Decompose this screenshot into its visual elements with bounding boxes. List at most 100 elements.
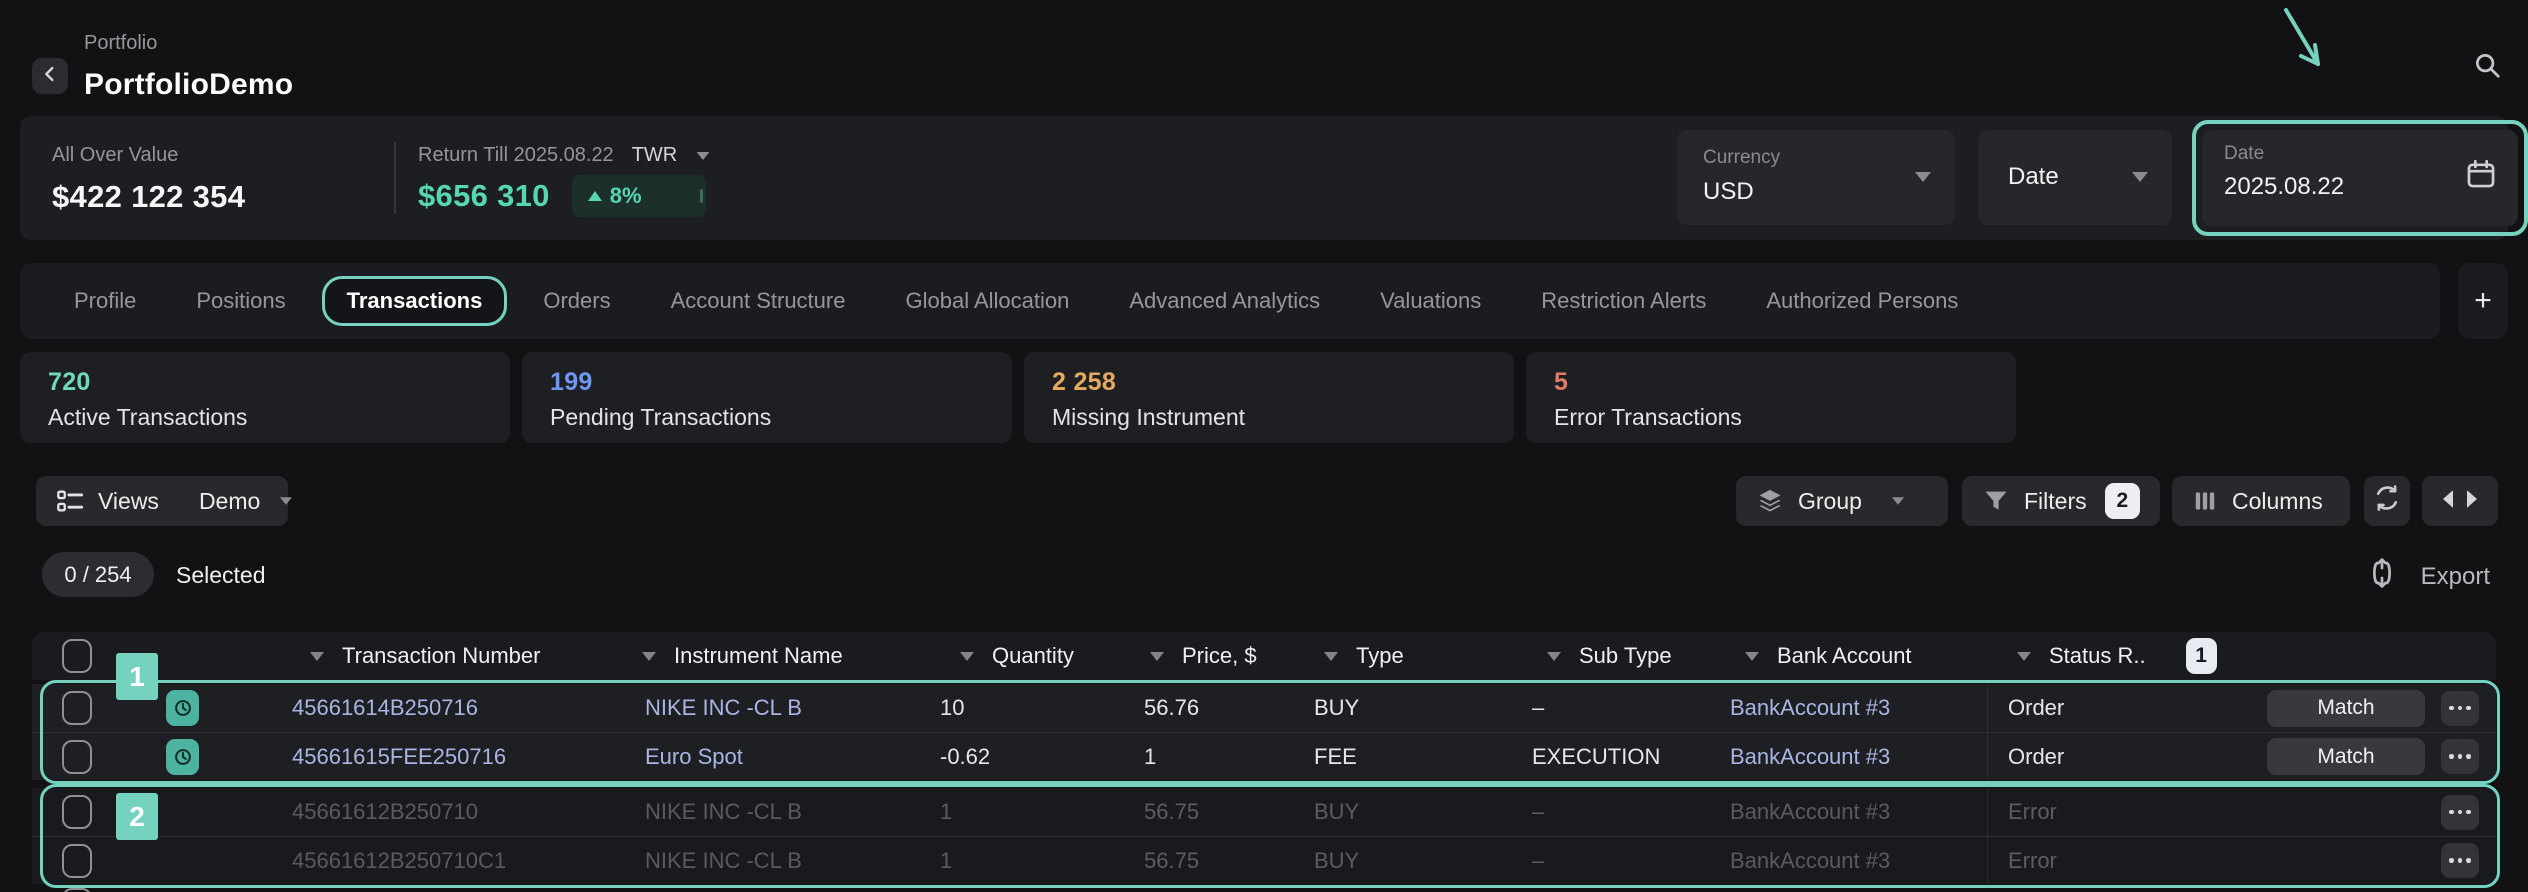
transaction-number-link[interactable]: 45661615FEE250716 (252, 744, 632, 770)
chevron-down-icon (1915, 172, 1931, 182)
row-checkbox[interactable] (62, 740, 92, 774)
views-select[interactable]: Views Demo (36, 476, 288, 526)
instrument-link[interactable]: NIKE INC -CL B (632, 799, 932, 825)
tab-positions[interactable]: Positions (166, 288, 315, 314)
card-missing-instrument[interactable]: 2 258 Missing Instrument (1024, 352, 1514, 443)
add-tab-button[interactable]: + (2458, 263, 2508, 339)
tab-orders[interactable]: Orders (513, 288, 640, 314)
annotation-marker-1: 1 (116, 653, 158, 700)
row-checkbox (62, 888, 92, 892)
column-filter-caret-icon[interactable] (1150, 652, 1164, 661)
transaction-number-link[interactable]: 45661614B250716 (252, 695, 632, 721)
column-filter-caret-icon[interactable] (1745, 652, 1759, 661)
calendar-icon[interactable] (2464, 156, 2498, 197)
filters-count-badge: 2 (2105, 483, 2140, 519)
page-title: PortfolioDemo (84, 68, 293, 102)
table-row[interactable]: 45661612B250710C1 NIKE INC -CL B 1 56.75… (32, 836, 2496, 884)
column-header-bank-account[interactable]: Bank Account (1727, 643, 1987, 669)
stats-divider (394, 142, 396, 214)
bank-account-link[interactable]: BankAccount #3 (1727, 848, 1987, 874)
tab-bar: Profile Positions Transactions Orders Ac… (20, 263, 2440, 339)
currency-select[interactable]: Currency USD (1677, 130, 1955, 225)
row-menu-button[interactable] (2441, 843, 2479, 878)
column-header-status-reason[interactable]: Status R.. 1 (1987, 638, 2262, 674)
column-label: Instrument Name (674, 643, 843, 669)
chevron-down-icon (280, 497, 292, 505)
tab-profile[interactable]: Profile (44, 288, 166, 314)
column-filter-caret-icon[interactable] (310, 652, 324, 661)
row-checkbox[interactable] (62, 795, 92, 829)
row-checkbox[interactable] (62, 691, 92, 725)
match-button[interactable]: Match (2267, 738, 2425, 775)
table-row[interactable]: 45661614B250716 NIKE INC -CL B 10 56.76 … (32, 684, 2496, 732)
refresh-button[interactable] (2364, 476, 2410, 526)
instrument-link[interactable]: NIKE INC -CL B (632, 695, 932, 721)
tab-restriction-alerts[interactable]: Restriction Alerts (1511, 288, 1736, 314)
column-filter-caret-icon[interactable] (960, 652, 974, 661)
card-active-transactions[interactable]: 720 Active Transactions (20, 352, 510, 443)
sub-type-cell: – (1527, 848, 1727, 874)
column-label: Price, $ (1182, 643, 1257, 669)
price-cell: 56.76 (1142, 695, 1312, 721)
instrument-link[interactable]: NIKE INC -CL B (632, 848, 932, 874)
search-button[interactable] (2468, 48, 2506, 86)
column-filter-caret-icon[interactable] (1547, 652, 1561, 661)
selected-label: Selected (176, 562, 266, 589)
table-row[interactable]: 45661615FEE250716 Euro Spot -0.62 1 FEE … (32, 732, 2496, 780)
date-mode-select[interactable]: Date (1978, 130, 2172, 225)
columns-button[interactable]: Columns (2172, 476, 2350, 526)
column-label: Sub Type (1579, 643, 1672, 669)
chevron-down-icon[interactable] (697, 152, 710, 160)
transactions-table: Transaction Number Instrument Name Quant… (32, 632, 2496, 884)
column-header-quantity[interactable]: Quantity (932, 643, 1142, 669)
row-checkbox[interactable] (62, 844, 92, 878)
pending-clock-icon (166, 739, 199, 775)
type-cell: BUY (1312, 848, 1527, 874)
tab-account-structure[interactable]: Account Structure (641, 288, 876, 314)
tab-global-allocation[interactable]: Global Allocation (875, 288, 1099, 314)
match-button[interactable]: Match (2267, 690, 2425, 727)
tab-advanced-analytics[interactable]: Advanced Analytics (1099, 288, 1350, 314)
back-button[interactable] (32, 58, 68, 94)
views-list-icon (56, 487, 84, 515)
column-header-transaction-number[interactable]: Transaction Number (252, 643, 632, 669)
column-header-instrument-name[interactable]: Instrument Name (632, 643, 932, 669)
bank-account-link[interactable]: BankAccount #3 (1727, 799, 1987, 825)
tab-authorized-persons[interactable]: Authorized Persons (1736, 288, 1988, 314)
column-header-sub-type[interactable]: Sub Type (1527, 643, 1727, 669)
date-field-label: Date (2224, 143, 2264, 165)
date-field[interactable]: Date 2025.08.22 (2202, 130, 2518, 226)
type-cell: BUY (1312, 799, 1527, 825)
transaction-number-link[interactable]: 45661612B250710C1 (252, 848, 632, 874)
return-block: Return Till 2025.08.22 TWR $656 310 8% (418, 144, 711, 217)
tab-transactions[interactable]: Transactions (322, 276, 508, 326)
column-header-price[interactable]: Price, $ (1142, 643, 1312, 669)
column-filter-caret-icon[interactable] (1324, 652, 1338, 661)
row-menu-button[interactable] (2441, 691, 2479, 726)
export-button[interactable]: Export (2365, 556, 2490, 597)
column-filter-caret-icon[interactable] (2017, 652, 2031, 661)
filters-button[interactable]: Filters 2 (1962, 476, 2160, 526)
tab-valuations[interactable]: Valuations (1350, 288, 1511, 314)
row-menu-button[interactable] (2441, 739, 2479, 774)
column-header-type[interactable]: Type (1312, 643, 1527, 669)
card-value: 2 258 (1052, 368, 1486, 397)
transaction-number-link[interactable]: 45661612B250710 (252, 799, 632, 825)
row-menu-button[interactable] (2441, 795, 2479, 830)
card-pending-transactions[interactable]: 199 Pending Transactions (522, 352, 1012, 443)
triangle-left-icon (2440, 488, 2456, 515)
bank-account-link[interactable]: BankAccount #3 (1727, 744, 1987, 770)
card-error-transactions[interactable]: 5 Error Transactions (1526, 352, 2016, 443)
column-filter-caret-icon[interactable] (642, 652, 656, 661)
breadcrumb: Portfolio (84, 32, 157, 55)
status-cell: Order (1987, 684, 2262, 732)
instrument-link[interactable]: Euro Spot (632, 744, 932, 770)
transaction-group-2: 45661612B250710 NIKE INC -CL B 1 56.75 B… (32, 788, 2496, 884)
table-row[interactable]: 45661612B250710 NIKE INC -CL B 1 56.75 B… (32, 788, 2496, 836)
group-select[interactable]: Group (1736, 476, 1948, 526)
bank-account-link[interactable]: BankAccount #3 (1727, 695, 1987, 721)
select-all-checkbox[interactable] (62, 639, 92, 673)
date-field-value: 2025.08.22 (2224, 173, 2344, 201)
column-pager-button[interactable] (2422, 476, 2498, 526)
return-mode-select[interactable]: TWR (632, 144, 678, 167)
